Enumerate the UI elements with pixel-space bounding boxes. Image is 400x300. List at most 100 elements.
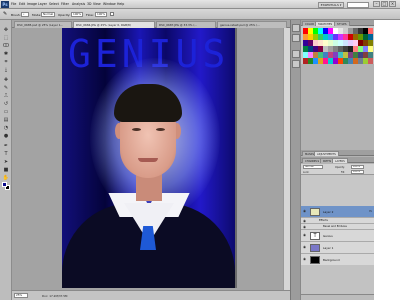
quick-select-tool-icon[interactable]: ✱	[2, 50, 10, 57]
color-swatch[interactable]	[343, 28, 348, 34]
menu-3d[interactable]: 3D	[87, 2, 91, 6]
fill-field[interactable]: 100%	[351, 170, 364, 174]
minimize-icon[interactable]: –	[373, 1, 380, 7]
brushes-panel-icon[interactable]	[292, 50, 300, 58]
color-swatch[interactable]	[308, 52, 313, 58]
color-swatch[interactable]	[358, 52, 363, 58]
history-panel-icon[interactable]	[292, 24, 300, 32]
color-swatch[interactable]	[308, 28, 313, 34]
brush-tool-sidebar-icon[interactable]: ✎	[2, 84, 10, 91]
workspace-switcher[interactable]: ESSENTIALS ▾	[318, 1, 344, 8]
color-swatch[interactable]	[328, 28, 333, 34]
menu-layer[interactable]: Layer	[38, 2, 47, 6]
color-swatch[interactable]	[313, 46, 318, 52]
menu-image[interactable]: Image	[27, 2, 37, 6]
mode-select[interactable]: Normal	[41, 11, 55, 17]
color-swatch[interactable]	[353, 28, 358, 34]
color-swatch[interactable]	[348, 28, 353, 34]
color-swatch[interactable]	[358, 40, 363, 46]
color-swatch[interactable]	[328, 34, 333, 40]
eyedropper-tool-icon[interactable]: ⤓	[2, 66, 10, 73]
color-swatch[interactable]	[323, 46, 328, 52]
color-swatch[interactable]	[313, 52, 318, 58]
gradient-tool-icon[interactable]: ▤	[2, 116, 10, 123]
color-swatch[interactable]	[318, 40, 323, 46]
color-swatch[interactable]	[308, 46, 313, 52]
color-swatch[interactable]	[353, 46, 358, 52]
color-swatch[interactable]	[328, 52, 333, 58]
color-swatch[interactable]	[323, 52, 328, 58]
color-swatch[interactable]	[353, 40, 358, 46]
tab-swatches[interactable]: SWATCHES	[315, 20, 336, 26]
color-swatch[interactable]	[313, 40, 318, 46]
color-swatch[interactable]	[333, 46, 338, 52]
color-swatch[interactable]	[323, 40, 328, 46]
color-swatch[interactable]	[358, 28, 363, 34]
color-swatch[interactable]	[308, 40, 313, 46]
clone-stamp-tool-icon[interactable]: ⎍	[2, 92, 10, 99]
airbrush-toggle[interactable]	[110, 12, 114, 16]
type-tool-icon[interactable]: T	[2, 150, 10, 157]
color-swatch[interactable]	[353, 52, 358, 58]
move-tool-icon[interactable]: ✥	[2, 26, 10, 33]
color-swatch[interactable]	[343, 46, 348, 52]
menu-filter[interactable]: Filter	[61, 2, 69, 6]
visibility-eye-icon[interactable]: ◉	[303, 257, 307, 261]
layer-opacity-field[interactable]: 100%	[351, 165, 364, 169]
menu-select[interactable]: Select	[49, 2, 59, 6]
pen-tool-icon[interactable]: ✒	[2, 142, 10, 149]
color-swatch[interactable]	[313, 34, 318, 40]
tab-adjustments[interactable]: ADJUSTMENTS	[314, 150, 339, 156]
color-swatch[interactable]	[343, 34, 348, 40]
dodge-tool-icon[interactable]: ●	[2, 132, 10, 139]
menu-file[interactable]: File	[11, 2, 16, 6]
blend-mode-select[interactable]: Normal	[303, 165, 323, 169]
color-swatch[interactable]	[368, 40, 373, 46]
color-swatch[interactable]	[338, 34, 343, 40]
color-swatch[interactable]	[333, 28, 338, 34]
brush-tool-icon[interactable]: ✎	[3, 11, 7, 17]
color-swatch[interactable]	[348, 46, 353, 52]
tab-genius-retext[interactable]: genius-retext.psd @ 25% (...	[217, 21, 287, 28]
crop-tool-icon[interactable]: ⌗	[2, 58, 10, 65]
zoom-field[interactable]: 25%	[14, 293, 28, 298]
color-swatch[interactable]	[328, 46, 333, 52]
color-swatch[interactable]	[348, 40, 353, 46]
color-swatch[interactable]	[338, 28, 343, 34]
color-swatch[interactable]	[368, 52, 373, 58]
tab-dsc0685[interactable]: DSC_0685.psd @ 25% (Layer 1...	[14, 21, 72, 28]
color-swatch[interactable]	[318, 52, 323, 58]
menu-help[interactable]: Help	[117, 2, 124, 6]
color-swatch[interactable]	[358, 46, 363, 52]
color-swatch[interactable]	[323, 34, 328, 40]
flow-field[interactable]: 100%	[95, 11, 107, 17]
visibility-eye-icon[interactable]: ◉	[303, 233, 307, 237]
layer-row-layer2[interactable]: ◉ Layer 2 fx	[301, 206, 375, 218]
layer-row-layer1[interactable]: ◉ Layer 1	[301, 242, 375, 254]
color-swatch[interactable]	[353, 34, 358, 40]
hand-tool-icon[interactable]: ✋	[2, 174, 10, 181]
visibility-eye-icon[interactable]: ◉	[303, 245, 307, 249]
color-swatch[interactable]	[368, 34, 373, 40]
layer-row-genius[interactable]: ◉ T Genius	[301, 230, 375, 242]
color-swatch[interactable]	[328, 40, 333, 46]
color-swatch[interactable]	[303, 28, 308, 34]
color-swatch[interactable]	[363, 40, 368, 46]
color-swatch[interactable]	[333, 34, 338, 40]
actions-panel-icon[interactable]	[292, 34, 300, 42]
color-swatch[interactable]	[308, 34, 313, 40]
color-swatch[interactable]	[348, 34, 353, 40]
menu-analysis[interactable]: Analysis	[72, 2, 85, 6]
color-swatch[interactable]	[318, 46, 323, 52]
tab-dsc0687[interactable]: DSC_0687.JPG @ 33.3% (...	[156, 21, 216, 28]
color-swatch[interactable]	[358, 34, 363, 40]
path-select-tool-icon[interactable]: ➤	[2, 158, 10, 165]
color-swatch[interactable]	[323, 28, 328, 34]
brush-size-picker[interactable]: •	[21, 11, 29, 17]
color-swatch[interactable]	[303, 46, 308, 52]
document-canvas[interactable]: GENIUS	[62, 28, 235, 288]
lasso-tool-icon[interactable]: ↀ	[2, 42, 10, 49]
color-swatch[interactable]	[368, 46, 373, 52]
menu-view[interactable]: View	[93, 2, 101, 6]
color-swatch[interactable]	[318, 34, 323, 40]
